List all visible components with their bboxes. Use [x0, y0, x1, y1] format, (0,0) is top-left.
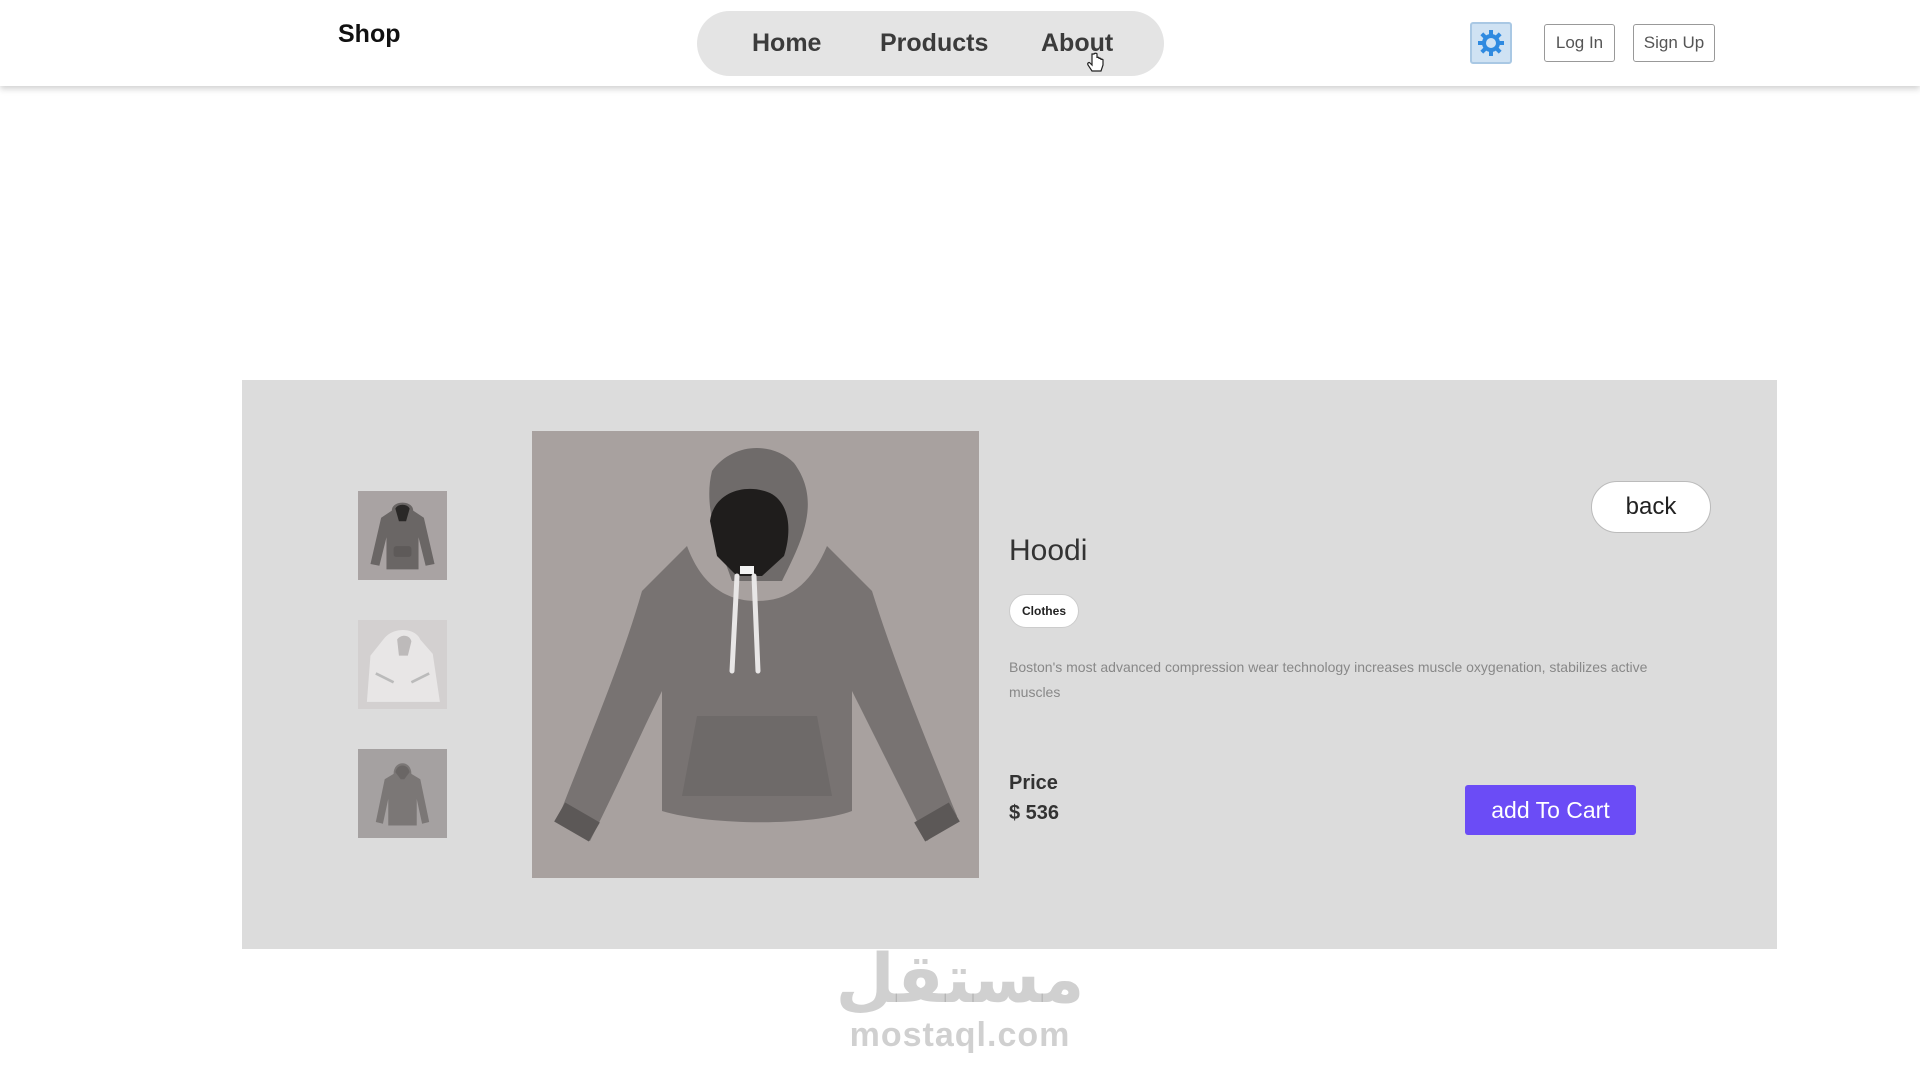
thumbnail-light[interactable] — [358, 620, 447, 709]
thumbnail-front[interactable] — [358, 491, 447, 580]
settings-button[interactable] — [1470, 22, 1512, 64]
watermark: مستقل mostaql.com — [780, 945, 1140, 1055]
hoodie-thumbnail-image — [358, 620, 447, 709]
product-main-image — [532, 431, 979, 878]
watermark-logo: مستقل — [835, 940, 1085, 1019]
hoodie-thumbnail-image — [358, 491, 447, 580]
hoodie-image — [532, 431, 979, 878]
add-to-cart-button[interactable]: add To Cart — [1465, 785, 1636, 835]
hand-cursor-icon — [1087, 52, 1104, 72]
price-value: $ 536 — [1009, 802, 1060, 824]
product-description: Boston's most advanced compression wear … — [1009, 659, 1648, 700]
login-button[interactable]: Log In — [1544, 24, 1615, 62]
watermark-text: mostaql.com — [849, 1016, 1071, 1054]
nav-products[interactable]: Products — [880, 29, 988, 58]
thumbnail-back[interactable] — [358, 749, 447, 838]
top-navbar: Shop Home Products About Log In Sign Up — [0, 0, 1920, 86]
price-label: Price — [1009, 772, 1058, 794]
hoodie-thumbnail-image — [358, 749, 447, 838]
product-title: Hoodi — [1009, 534, 1088, 567]
back-button[interactable]: back — [1591, 481, 1711, 533]
nav-home[interactable]: Home — [752, 29, 821, 58]
signup-button[interactable]: Sign Up — [1633, 24, 1715, 62]
brand-logo[interactable]: Shop — [338, 20, 401, 49]
category-badge: Clothes — [1009, 594, 1079, 628]
gear-icon — [1478, 30, 1504, 56]
